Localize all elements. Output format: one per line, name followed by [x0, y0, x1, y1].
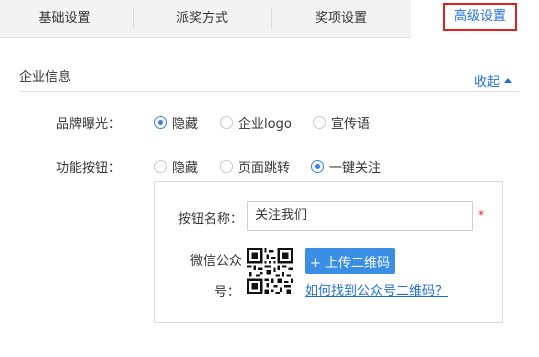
function-button-label: 功能按钮： — [56, 161, 122, 176]
function-button-jump-radio[interactable]: 页面跳转 — [220, 157, 290, 176]
tab-prize-method[interactable]: 派奖方式 — [133, 0, 271, 37]
radio-unchecked-icon — [154, 160, 167, 173]
radio-unchecked-icon — [220, 160, 233, 173]
brand-exposure-label: 品牌曝光： — [56, 117, 122, 132]
radio-unchecked-icon — [313, 116, 326, 129]
collapse-label: 收起 — [474, 75, 501, 90]
radio-unchecked-icon — [220, 116, 233, 129]
wechat-account-label-line1: 微信公众 — [190, 254, 243, 269]
function-button-follow-radio[interactable]: 一键关注 — [311, 157, 381, 176]
find-qr-code-help-link[interactable]: 如何找到公众号二维码？ — [305, 280, 448, 299]
radio-checked-icon — [154, 116, 167, 129]
brand-exposure-logo-radio[interactable]: 企业logo — [220, 113, 292, 132]
collapse-toggle[interactable]: 收起 — [474, 71, 513, 90]
upload-qr-code-button[interactable]: + 上传二维码 — [305, 248, 395, 274]
radio-checked-icon — [311, 160, 324, 173]
radio-label: 企业logo — [238, 117, 292, 132]
brand-exposure-slogan-radio[interactable]: 宣传语 — [313, 113, 370, 132]
section-divider — [19, 91, 520, 92]
tab-advanced-settings[interactable]: 高级设置 — [443, 3, 517, 31]
tab-basic-settings[interactable]: 基础设置 — [0, 0, 129, 37]
button-name-input[interactable]: 关注我们 — [247, 201, 473, 231]
wechat-account-label-line2: 号： — [214, 285, 241, 300]
button-name-label: 按钮名称： — [178, 212, 244, 227]
radio-label: 宣传语 — [331, 117, 371, 132]
radio-label: 隐藏 — [172, 117, 199, 132]
caret-up-icon — [504, 78, 513, 83]
radio-label: 页面跳转 — [238, 161, 291, 176]
tab-prize-settings[interactable]: 奖项设置 — [271, 0, 411, 37]
brand-exposure-hide-radio[interactable]: 隐藏 — [154, 113, 198, 132]
qr-code-icon — [247, 248, 293, 294]
function-button-hide-radio[interactable]: 隐藏 — [154, 157, 198, 176]
section-title: 企业信息 — [19, 70, 72, 85]
required-mark: * — [478, 208, 484, 222]
radio-label: 一键关注 — [329, 161, 382, 176]
radio-label: 隐藏 — [172, 161, 199, 176]
